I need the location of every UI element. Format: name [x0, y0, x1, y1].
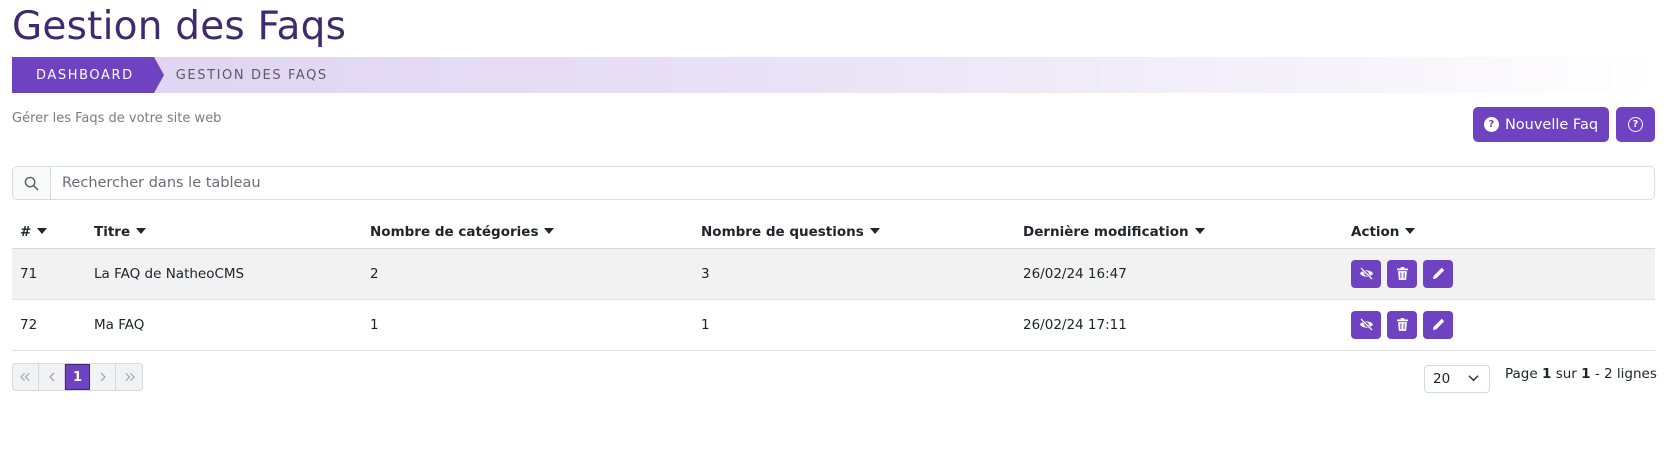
column-header-title[interactable]: Titre: [86, 217, 362, 249]
rows-per-page-value: 20: [1433, 371, 1451, 387]
cell-categories: 1: [362, 299, 693, 351]
column-header-id[interactable]: #: [12, 217, 86, 249]
edit-button[interactable]: [1423, 310, 1453, 339]
chevron-right-icon: [100, 372, 106, 382]
breadcrumb: DASHBOARD GESTION DES FAQS: [12, 57, 1655, 93]
sort-caret-icon: [136, 228, 147, 235]
question-circle-outline-icon: ?: [1628, 117, 1643, 132]
table-header-row: # Titre Nombre de catégories Nombre de q…: [12, 217, 1655, 249]
page-title: Gestion des Faqs: [12, 4, 347, 49]
new-faq-label: Nouvelle Faq: [1504, 116, 1599, 133]
cell-modified: 26/02/24 17:11: [1015, 299, 1343, 351]
table-row: 71 La FAQ de NatheoCMS 2 3 26/02/24 16:4…: [12, 248, 1655, 300]
cell-categories: 2: [362, 248, 693, 300]
column-header-action[interactable]: Action: [1343, 217, 1655, 249]
trash-icon: [1396, 267, 1408, 280]
new-faq-button[interactable]: ? Nouvelle Faq: [1473, 107, 1609, 142]
double-chevron-right-icon: [124, 372, 135, 382]
pencil-icon: [1432, 318, 1444, 331]
edit-button[interactable]: [1423, 259, 1453, 288]
first-page-button[interactable]: [13, 364, 39, 390]
sort-caret-icon: [37, 228, 48, 235]
page-info: Page 1 sur 1 - 2 lignes: [1505, 366, 1657, 382]
column-header-categories[interactable]: Nombre de catégories: [362, 217, 693, 249]
cell-id: 72: [12, 299, 86, 351]
chevron-left-icon: [48, 372, 54, 382]
cell-questions: 3: [693, 248, 1015, 300]
prev-page-button[interactable]: [39, 364, 65, 390]
page-subtitle: Gérer les Faqs de votre site web: [12, 111, 222, 126]
pagination: 1: [12, 363, 143, 391]
column-header-questions[interactable]: Nombre de questions: [693, 217, 1015, 249]
double-chevron-left-icon: [20, 372, 30, 382]
cell-title: Ma FAQ: [86, 299, 362, 351]
trash-icon: [1396, 318, 1408, 331]
sort-caret-icon: [869, 228, 880, 235]
sort-caret-icon: [544, 228, 555, 235]
cell-actions: [1343, 299, 1655, 351]
table-row: 72 Ma FAQ 1 1 26/02/24 17:11: [12, 299, 1655, 351]
disable-button[interactable]: [1351, 259, 1381, 288]
page-button-current[interactable]: 1: [65, 364, 90, 390]
sort-caret-icon: [1194, 228, 1205, 235]
breadcrumb-dashboard[interactable]: DASHBOARD: [12, 57, 164, 93]
eye-slash-icon: [1359, 318, 1373, 331]
pencil-icon: [1432, 267, 1444, 280]
search-icon: [13, 167, 51, 199]
next-page-button[interactable]: [90, 364, 116, 390]
breadcrumb-gestion-faqs[interactable]: GESTION DES FAQS: [176, 68, 328, 83]
delete-button[interactable]: [1387, 310, 1417, 339]
question-circle-icon: ?: [1483, 117, 1499, 132]
eye-slash-icon: [1359, 267, 1373, 280]
search-bar: [12, 166, 1655, 200]
sort-caret-icon: [1405, 228, 1416, 235]
cell-actions: [1343, 248, 1655, 300]
help-button[interactable]: ?: [1616, 107, 1655, 142]
faq-table: # Titre Nombre de catégories Nombre de q…: [12, 217, 1655, 351]
column-header-modified[interactable]: Dernière modification: [1015, 217, 1343, 249]
rows-per-page-select[interactable]: 20: [1424, 365, 1490, 393]
cell-id: 71: [12, 248, 86, 300]
cell-modified: 26/02/24 16:47: [1015, 248, 1343, 300]
search-input[interactable]: [51, 167, 1654, 199]
last-page-button[interactable]: [116, 364, 142, 390]
delete-button[interactable]: [1387, 259, 1417, 288]
disable-button[interactable]: [1351, 310, 1381, 339]
cell-questions: 1: [693, 299, 1015, 351]
chevron-down-icon: [1468, 375, 1479, 382]
cell-title: La FAQ de NatheoCMS: [86, 248, 362, 300]
